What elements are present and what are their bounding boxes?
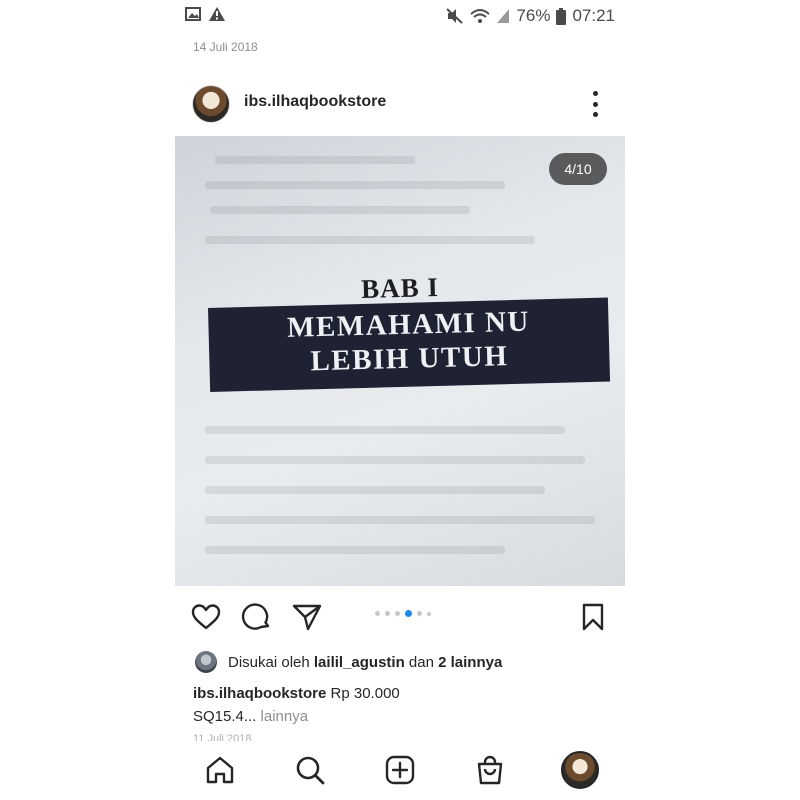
faint-text-line	[205, 181, 505, 189]
faint-text-line	[205, 236, 535, 244]
caption-text: Rp 30.000	[330, 685, 400, 702]
faint-text-line	[205, 456, 585, 464]
avatar[interactable]	[192, 85, 230, 123]
more-options-button[interactable]	[585, 91, 605, 117]
more-dot-icon	[592, 112, 598, 117]
faint-text-line	[205, 516, 595, 524]
heart-icon[interactable]	[190, 601, 222, 633]
carousel-dot	[385, 611, 390, 616]
share-icon[interactable]	[291, 601, 323, 633]
bottom-navigation	[175, 742, 625, 800]
likes-row[interactable]: Disukai oleh lailil_agustin dan 2 lainny…	[195, 650, 502, 674]
faint-text-line	[215, 156, 415, 164]
bookmark-icon[interactable]	[577, 601, 609, 633]
likes-others[interactable]: 2 lainnya	[438, 654, 502, 671]
next-post-date: 11 Juli 2018	[193, 733, 252, 741]
warning-icon	[209, 7, 225, 21]
status-bar: 76% 07:21	[175, 0, 625, 32]
battery-icon	[556, 7, 567, 25]
carousel-dot-active	[405, 610, 412, 617]
caption-more-link[interactable]: lainnya	[261, 708, 309, 725]
profile-avatar[interactable]	[561, 751, 599, 789]
home-icon[interactable]	[204, 754, 236, 786]
post-actions	[175, 596, 625, 636]
caption-second-line: SQ15.4...	[193, 708, 257, 725]
search-icon[interactable]	[294, 754, 326, 786]
image-icon	[185, 7, 201, 21]
post-username[interactable]: ibs.ilhaqbookstore	[244, 93, 386, 111]
page-counter-badge: 4/10	[549, 153, 607, 185]
clock: 07:21	[572, 6, 615, 25]
wifi-icon	[470, 9, 491, 23]
caption-username[interactable]: ibs.ilhaqbookstore	[193, 685, 326, 702]
mute-icon	[446, 8, 464, 24]
previous-post-date: 14 Juli 2018	[193, 40, 258, 54]
comment-icon[interactable]	[241, 601, 273, 633]
likes-conjunction: dan	[408, 653, 434, 671]
liker-username[interactable]: lailil_agustin	[314, 654, 405, 671]
faint-text-line	[205, 426, 565, 434]
faint-text-line	[205, 546, 505, 554]
faint-text-line	[210, 206, 470, 214]
faint-text-line	[205, 486, 545, 494]
shop-icon[interactable]	[474, 754, 506, 786]
carousel-dot	[417, 611, 422, 616]
carousel-dot	[427, 611, 431, 616]
post-image[interactable]: 4/10 BAB I MEMAHAMI NU LEBIH UTUH	[175, 136, 625, 586]
title-band: MEMAHAMI NU LEBIH UTUH	[208, 297, 611, 392]
carousel-indicator	[375, 610, 431, 617]
carousel-dot	[375, 611, 380, 616]
carousel-dot	[395, 611, 400, 616]
more-dot-icon	[592, 91, 598, 96]
signal-icon	[497, 9, 510, 23]
new-post-icon[interactable]	[384, 754, 416, 786]
battery-percent: 76%	[516, 6, 551, 25]
more-dot-icon	[592, 101, 598, 107]
caption: ibs.ilhaqbookstore Rp 30.000 SQ15.4... l…	[193, 682, 400, 728]
phone-screen: 76% 07:21 14 Juli 2018 ibs.ilhaqbookstor…	[175, 0, 625, 800]
liker-avatar	[195, 651, 217, 673]
likes-prefix: Disukai oleh	[228, 653, 310, 671]
post-header: ibs.ilhaqbookstore	[175, 82, 625, 126]
